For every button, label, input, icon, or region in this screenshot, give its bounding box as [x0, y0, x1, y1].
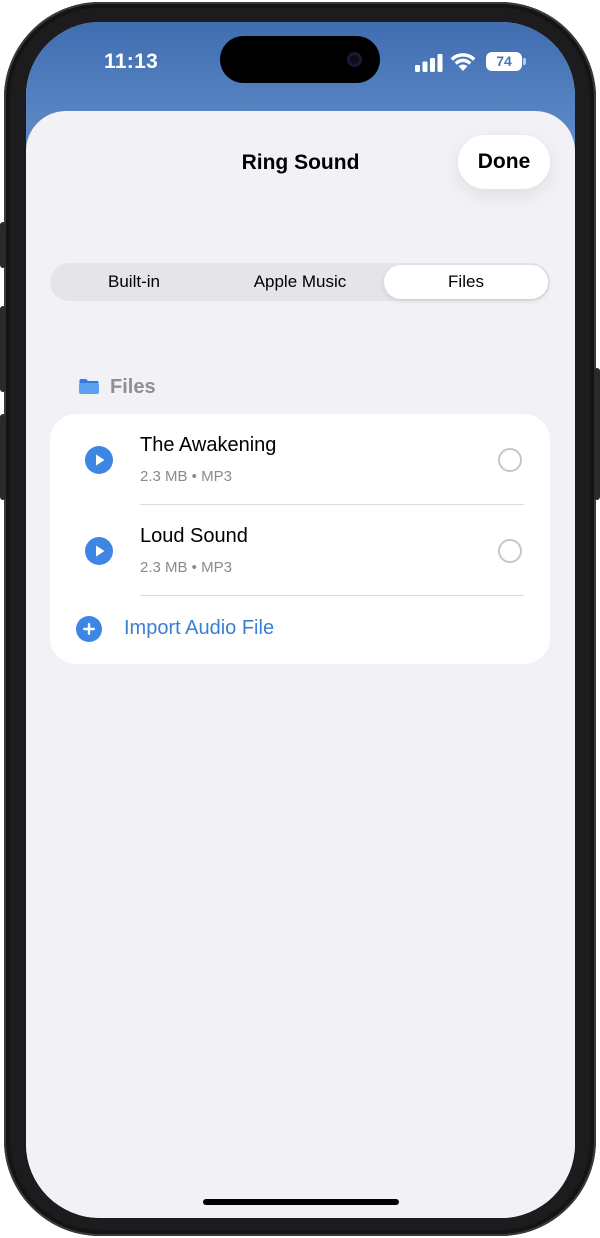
- action-button[interactable]: [0, 222, 6, 268]
- wifi-icon: [450, 53, 476, 71]
- battery-cap: [523, 58, 526, 65]
- play-icon[interactable]: [85, 446, 113, 474]
- segment-apple-music[interactable]: Apple Music: [218, 265, 382, 299]
- files-list-card: The Awakening 2.3 MB • MP3 Loud Sound 2.…: [50, 414, 550, 664]
- dynamic-island: [220, 36, 380, 83]
- track-meta: 2.3 MB • MP3: [140, 559, 232, 576]
- plus-circle-icon: [76, 616, 102, 642]
- ring-sound-sheet: Ring Sound Done Built-in Apple Music Fil…: [26, 111, 575, 1218]
- track-title: Loud Sound: [140, 525, 248, 547]
- screen: 11:13 74 Ring Sound Done Built-in Apple …: [26, 22, 575, 1218]
- list-item[interactable]: Loud Sound 2.3 MB • MP3: [50, 505, 550, 596]
- import-audio-file-button[interactable]: Import Audio File: [50, 604, 550, 654]
- volume-down-button[interactable]: [0, 414, 6, 500]
- track-meta: 2.3 MB • MP3: [140, 468, 232, 485]
- home-indicator[interactable]: [203, 1199, 399, 1205]
- done-button[interactable]: Done: [458, 135, 550, 189]
- status-time: 11:13: [104, 50, 159, 73]
- list-item[interactable]: The Awakening 2.3 MB • MP3: [50, 414, 550, 505]
- section-label: Files: [110, 376, 156, 398]
- volume-up-button[interactable]: [0, 306, 6, 392]
- selection-radio[interactable]: [498, 539, 522, 563]
- side-button[interactable]: [594, 368, 600, 500]
- folder-icon: [79, 379, 99, 394]
- status-bar: 11:13 74: [26, 22, 575, 102]
- front-camera: [347, 52, 362, 67]
- segment-files[interactable]: Files: [384, 265, 548, 299]
- import-label: Import Audio File: [124, 617, 275, 639]
- segment-built-in[interactable]: Built-in: [52, 265, 216, 299]
- divider: [140, 595, 524, 596]
- source-segmented-control: Built-in Apple Music Files: [50, 263, 550, 301]
- selection-radio[interactable]: [498, 448, 522, 472]
- battery-icon: 74: [486, 52, 522, 71]
- play-icon[interactable]: [85, 537, 113, 565]
- cellular-signal-icon: [415, 54, 443, 72]
- battery-level: 74: [496, 53, 512, 69]
- track-title: The Awakening: [140, 434, 277, 456]
